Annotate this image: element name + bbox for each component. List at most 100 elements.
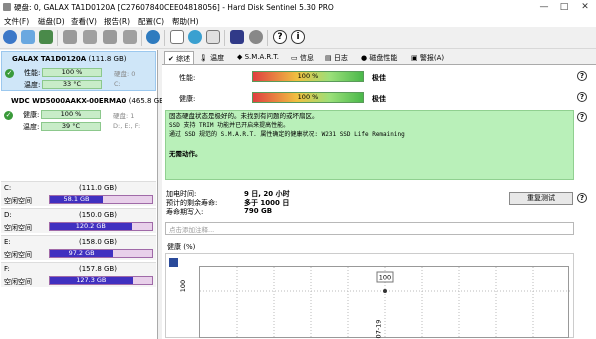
image-icon[interactable] <box>39 30 53 44</box>
free-space-value: 97.2 GB <box>50 250 114 257</box>
settings-icon[interactable] <box>249 30 263 44</box>
data-label: 100 <box>379 274 391 282</box>
tab-alerts[interactable]: ▣ 警报(A) <box>408 51 447 64</box>
free-space-label: 空闲空间 <box>4 197 32 205</box>
health-bar: 100 % <box>41 110 101 119</box>
message-line: 通过 SSD 规范的 S.M.A.R.T. 属性确定的健康状况: W231 SS… <box>169 131 405 138</box>
free-space-bar: 120.2 GB <box>49 222 153 231</box>
lifetime-writes-label: 寿命期写入: <box>166 208 204 216</box>
perf-status: 极佳 <box>372 74 386 82</box>
drive-test-4-icon[interactable] <box>123 30 137 44</box>
toolbar: ? i <box>0 27 596 49</box>
menu-help[interactable]: 帮助(H) <box>172 16 199 27</box>
partition-size: (157.8 GB) <box>79 265 117 273</box>
chart-tab[interactable]: 健康 (%) <box>167 242 195 252</box>
document-icon[interactable] <box>170 30 184 44</box>
free-space-label: 空闲空间 <box>4 278 32 286</box>
maximize-button[interactable]: □ <box>556 1 572 13</box>
partition-size: (150.0 GB) <box>79 211 117 219</box>
info-icon[interactable]: i <box>291 30 305 44</box>
free-space-bar: 58.1 GB <box>49 195 153 204</box>
menu-report[interactable]: 报告(R) <box>104 16 130 27</box>
free-space-bar: 127.3 GB <box>49 276 153 285</box>
perf-bar: 100 % <box>42 68 102 77</box>
disk-index: 硬盘: 0 <box>114 70 136 78</box>
free-space-label: 空闲空间 <box>4 251 32 259</box>
minimize-button[interactable]: — <box>536 1 552 13</box>
disk-item-galax[interactable]: GALAX TA1D0120A (111.8 GB) ✓ 性能: 100 % 硬… <box>1 51 156 91</box>
retest-button[interactable]: 重复测试 <box>509 192 573 205</box>
close-button[interactable]: ✕ <box>577 1 593 13</box>
drive-letters: D:, E:, F: <box>113 122 141 130</box>
perf-label: 性能: <box>24 69 41 77</box>
message-line: SSD 支持 TRIM 功能并已开启来提高性能。 <box>169 122 290 129</box>
chart-plot-area: 100 <box>199 266 570 339</box>
disk-name: WDC WD5000AAKX-00ERMA0 (465.8 GB) <box>11 97 167 105</box>
free-space-value: 120.2 GB <box>50 223 132 230</box>
menu-file[interactable]: 文件(F) <box>4 16 29 27</box>
health-chart: 100 100 07-19 <box>165 253 574 339</box>
partition-letter: E: <box>4 238 11 246</box>
chart-svg: 100 <box>200 267 570 339</box>
menu-disk[interactable]: 磁盘(D) <box>38 16 65 27</box>
health-status: 极佳 <box>372 95 386 103</box>
partition-c[interactable]: C: (111.0 GB) 空闲空间 58.1 GB <box>1 181 156 206</box>
title-bar: 硬盘: 0, GALAX TA1D0120A [C27607840CEE0481… <box>0 0 596 14</box>
status-ok-icon: ✓ <box>4 111 13 120</box>
drive-test-2-icon[interactable] <box>83 30 97 44</box>
menu-view[interactable]: 查看(V) <box>71 16 97 27</box>
refresh-icon[interactable] <box>3 30 17 44</box>
temp-bar: 39 °C <box>41 122 101 131</box>
tab-smart[interactable]: ◆ S.M.A.R.T. <box>234 51 282 64</box>
health-label: 健康: <box>23 111 40 119</box>
partition-letter: F: <box>4 265 10 273</box>
tab-temperature[interactable]: 🌡 温度 <box>196 51 227 64</box>
partition-size: (158.0 GB) <box>79 238 117 246</box>
temp-label: 温度: <box>23 123 40 131</box>
help-icon[interactable]: ? <box>577 112 587 122</box>
disk-info-icon[interactable] <box>21 30 35 44</box>
tab-disk-performance[interactable]: ● 磁盘性能 <box>358 51 400 64</box>
report-icon[interactable] <box>230 30 244 44</box>
help-icon[interactable]: ? <box>273 30 287 44</box>
free-space-value: 127.3 GB <box>50 277 133 284</box>
comment-input[interactable]: 点击添加注释... <box>165 222 574 235</box>
help-icon[interactable]: ? <box>577 193 587 203</box>
help-icon[interactable]: ? <box>577 92 587 102</box>
partition-d[interactable]: D: (150.0 GB) 空闲空间 120.2 GB <box>1 208 156 233</box>
export-icon[interactable] <box>206 30 220 44</box>
disk-item-wdc[interactable]: WDC WD5000AAKX-00ERMA0 (465.8 GB) ✓ 健康: … <box>1 94 167 134</box>
drive-test-3-icon[interactable] <box>103 30 117 44</box>
perf-label: 性能: <box>179 74 196 82</box>
tab-log[interactable]: ▤ 日志 <box>322 51 351 64</box>
partition-letter: C: <box>4 184 12 192</box>
disk-name: GALAX TA1D0120A (111.8 GB) <box>12 55 127 63</box>
drive-test-1-icon[interactable] <box>63 30 77 44</box>
tab-info[interactable]: ▭ 信息 <box>288 51 317 64</box>
free-space-value: 58.1 GB <box>50 196 104 203</box>
partition-e[interactable]: E: (158.0 GB) 空闲空间 97.2 GB <box>1 235 156 260</box>
data-point <box>383 289 387 293</box>
globe-icon[interactable] <box>146 30 160 44</box>
menu-bar: 文件(F) 磁盘(D) 查看(V) 报告(R) 配置(C) 帮助(H) <box>0 14 596 27</box>
overview-content: 性能: 100 % 极佳 ? 健康: 100 % 极佳 ? 固态硬盘状态是极好的… <box>162 64 596 339</box>
partition-letter: D: <box>4 211 12 219</box>
status-message-box: 固态硬盘状态是极好的。未找到有问题的或坏扇区。 SSD 支持 TRIM 功能并已… <box>165 110 574 180</box>
help-icon[interactable]: ? <box>577 71 587 81</box>
save-icon[interactable] <box>169 258 178 267</box>
message-line: 固态硬盘状态是极好的。未找到有问题的或坏扇区。 <box>169 112 319 120</box>
message-action: 无需动作。 <box>169 150 202 158</box>
partition-f[interactable]: F: (157.8 GB) 空闲空间 127.3 GB <box>1 262 156 287</box>
menu-config[interactable]: 配置(C) <box>138 16 164 27</box>
recycle-icon[interactable] <box>188 30 202 44</box>
detail-panel: ✔ 综述 🌡 温度 ◆ S.M.A.R.T. ▭ 信息 ▤ 日志 ● 磁盘性能 … <box>162 50 596 339</box>
disk-index: 硬盘: 1 <box>113 112 135 120</box>
free-space-bar: 97.2 GB <box>49 249 153 258</box>
health-bar: 100 % <box>252 92 364 103</box>
y-axis-label: 100 <box>179 279 188 293</box>
x-tick-label: 07-19 <box>374 319 383 339</box>
performance-bar: 100 % <box>252 71 364 82</box>
app-icon <box>3 3 11 11</box>
lifetime-writes-value: 790 GB <box>244 207 273 215</box>
tab-overview[interactable]: ✔ 综述 <box>164 51 195 64</box>
